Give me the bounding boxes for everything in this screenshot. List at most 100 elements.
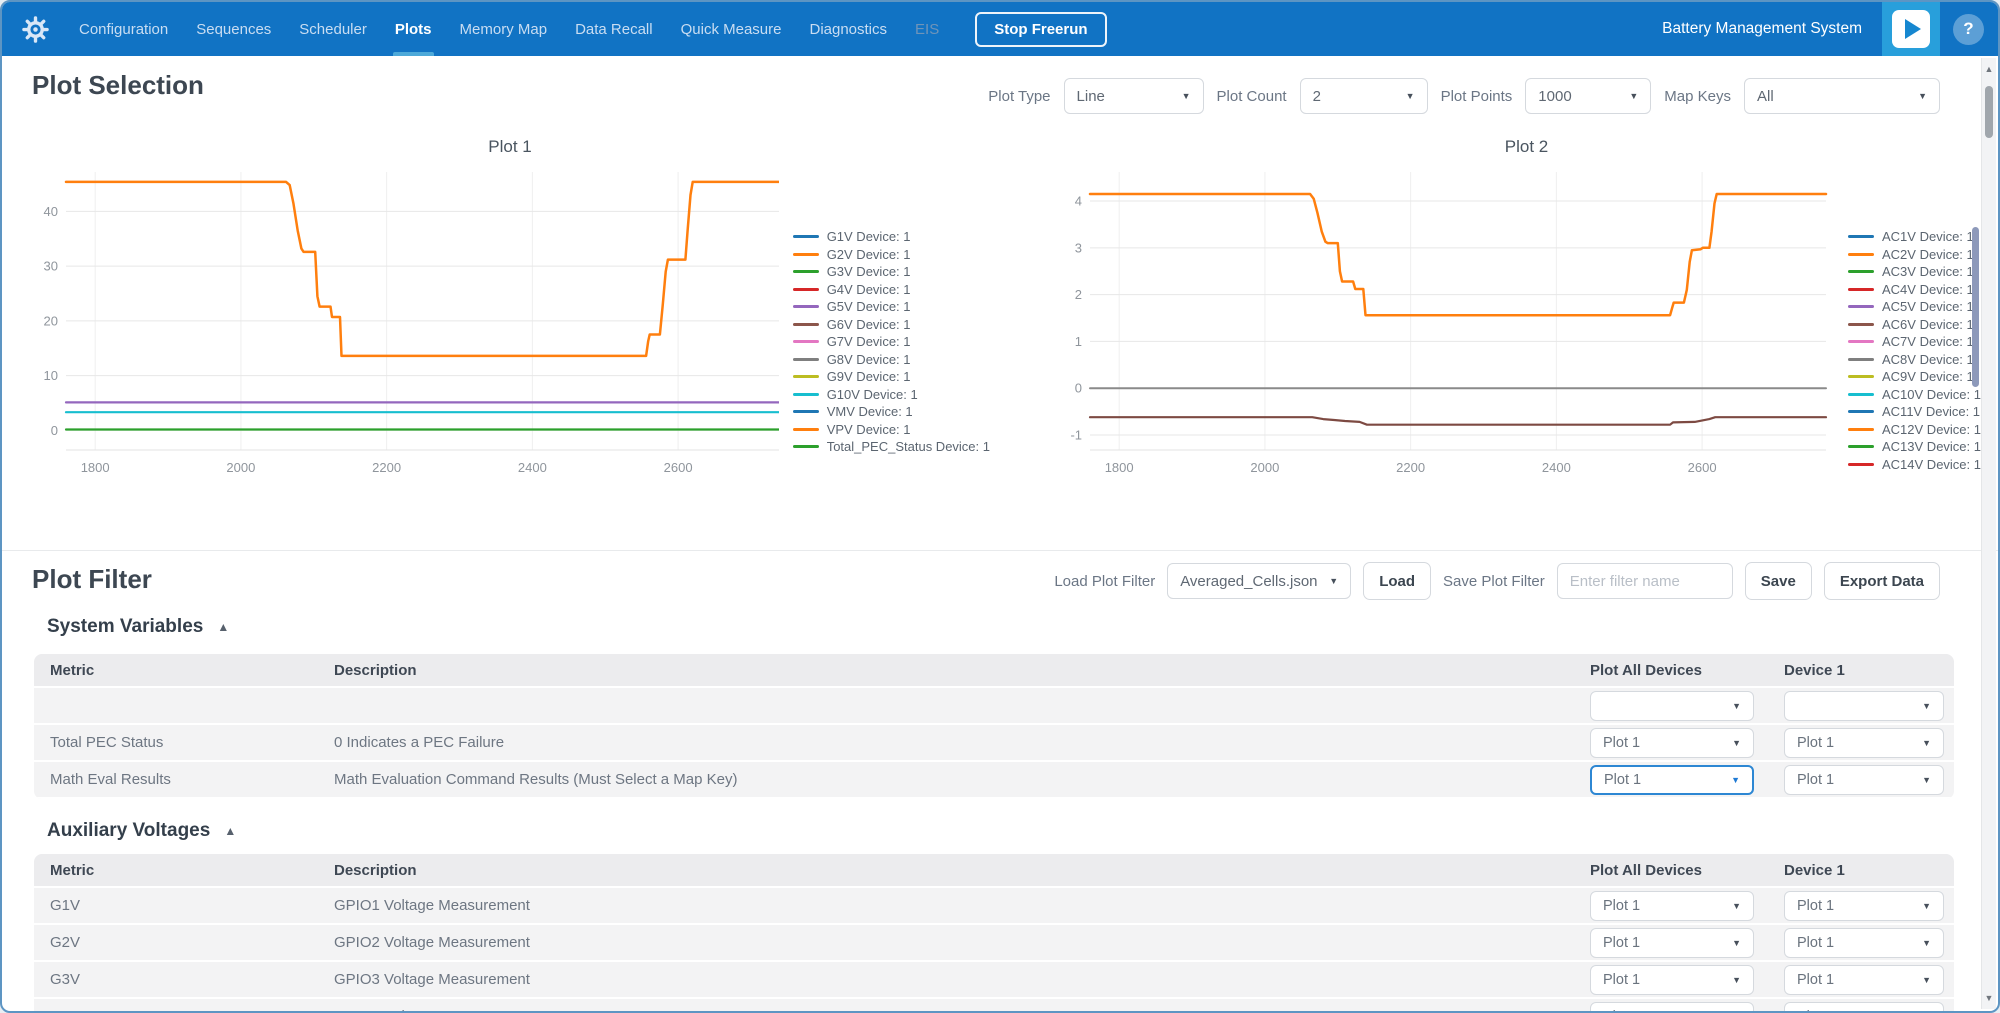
legend-item[interactable]: G1V Device: 1 (793, 228, 990, 246)
legend-item[interactable]: AC9V Device: 1 (1848, 368, 1981, 386)
device-1-dropdown[interactable]: Plot 1▼ (1784, 891, 1944, 921)
svg-text:30: 30 (44, 259, 58, 274)
plot-all-devices-dropdown[interactable]: Plot 1▼ (1590, 891, 1754, 921)
plot-all-devices-dropdown[interactable]: Plot 1▼ (1590, 1002, 1754, 1013)
legend-label: AC10V Device: 1 (1882, 387, 1981, 402)
chevron-down-icon: ▼ (1922, 775, 1931, 785)
plot-points-dropdown[interactable]: 1000▼ (1525, 78, 1651, 114)
plot-all-devices-dropdown[interactable]: Plot 1▼ (1590, 728, 1754, 758)
legend-item[interactable]: G5V Device: 1 (793, 298, 990, 316)
chevron-down-icon: ▼ (1922, 938, 1931, 948)
section-toggle-system-variables[interactable]: System Variables▲ (47, 616, 229, 638)
legend-label: G2V Device: 1 (827, 247, 911, 262)
legend-label: AC1V Device: 1 (1882, 229, 1974, 244)
legend-item[interactable]: AC14V Device: 1 (1848, 456, 1981, 474)
scroll-down-icon[interactable]: ▼ (1982, 993, 1996, 1003)
legend-item[interactable]: AC3V Device: 1 (1848, 263, 1981, 281)
svg-text:2600: 2600 (664, 460, 693, 475)
nav-item-scheduler[interactable]: Scheduler (285, 2, 381, 56)
plot-1-canvas[interactable]: 18002000220024002600010203040 (30, 162, 779, 492)
legend-item[interactable]: G3V Device: 1 (793, 263, 990, 281)
gear-icon (22, 16, 49, 43)
nav-item-diagnostics[interactable]: Diagnostics (795, 2, 901, 56)
svg-text:2000: 2000 (1250, 460, 1279, 475)
scrollbar-thumb[interactable] (1985, 86, 1993, 138)
series-color-dash (1848, 445, 1874, 448)
legend-item[interactable]: G7V Device: 1 (793, 333, 990, 351)
legend-label: G3V Device: 1 (827, 264, 911, 279)
plot-all-devices-dropdown[interactable]: ▼ (1590, 691, 1754, 721)
legend-item[interactable]: AC8V Device: 1 (1848, 351, 1981, 369)
nav-item-sequences[interactable]: Sequences (182, 2, 285, 56)
plot-2-canvas[interactable]: 18002000220024002600-101234 (1054, 162, 1834, 492)
plot-points-label: Plot Points (1441, 88, 1513, 105)
legend-item[interactable]: AC7V Device: 1 (1848, 333, 1981, 351)
nav-item-configuration[interactable]: Configuration (65, 2, 182, 56)
plot-all-devices-dropdown[interactable]: Plot 1▼ (1590, 965, 1754, 995)
legend-item[interactable]: G6V Device: 1 (793, 316, 990, 334)
nav-item-quick-measure[interactable]: Quick Measure (667, 2, 796, 56)
plot-type-label: Plot Type (988, 88, 1050, 105)
map-keys-dropdown[interactable]: All▼ (1744, 78, 1940, 114)
plot-all-devices-dropdown[interactable]: Plot 1▼ (1590, 928, 1754, 958)
series-color-dash (1848, 253, 1874, 256)
device-1-dropdown[interactable]: Plot 1▼ (1784, 1002, 1944, 1013)
legend-item[interactable]: G4V Device: 1 (793, 281, 990, 299)
table-header-row: MetricDescriptionPlot All DevicesDevice … (34, 654, 1954, 688)
legend-item[interactable]: AC12V Device: 1 (1848, 421, 1981, 439)
legend-item[interactable]: AC13V Device: 1 (1848, 438, 1981, 456)
device-1-dropdown[interactable]: Plot 1▼ (1784, 965, 1944, 995)
nav-item-eis: EIS (901, 2, 953, 56)
nav-item-data-recall[interactable]: Data Recall (561, 2, 667, 56)
column-header: Description (334, 862, 1590, 879)
nav-item-plots[interactable]: Plots (381, 2, 446, 56)
legend-item[interactable]: VMV Device: 1 (793, 403, 990, 421)
legend-label: AC11V Device: 1 (1882, 404, 1980, 419)
legend-item[interactable]: G2V Device: 1 (793, 246, 990, 264)
chevron-down-icon: ▼ (1732, 901, 1741, 911)
svg-text:1: 1 (1075, 334, 1082, 349)
settings-gear-icon[interactable] (22, 16, 49, 43)
load-button[interactable]: Load (1363, 562, 1431, 600)
plot-all-devices-dropdown[interactable]: Plot 1▼ (1590, 765, 1754, 795)
legend-scrollbar-thumb[interactable] (1972, 227, 1979, 387)
legend-item[interactable]: AC4V Device: 1 (1848, 281, 1981, 299)
legend-item[interactable]: AC10V Device: 1 (1848, 386, 1981, 404)
legend-item[interactable]: G8V Device: 1 (793, 351, 990, 369)
filter-name-input[interactable] (1557, 563, 1733, 599)
scroll-up-icon[interactable]: ▲ (1982, 64, 1996, 74)
legend-label: G4V Device: 1 (827, 282, 911, 297)
save-button[interactable]: Save (1745, 562, 1812, 600)
column-header: Plot All Devices (1590, 862, 1784, 879)
series-color-dash (1848, 288, 1874, 291)
nav-item-memory-map[interactable]: Memory Map (446, 2, 562, 56)
load-filter-dropdown[interactable]: Averaged_Cells.json ▼ (1167, 563, 1351, 599)
chevron-down-icon: ▼ (1922, 901, 1931, 911)
chevron-down-icon: ▼ (1731, 775, 1740, 785)
series-color-dash (1848, 428, 1874, 431)
plot-type-dropdown[interactable]: Line▼ (1064, 78, 1204, 114)
device-1-dropdown[interactable]: Plot 1▼ (1784, 728, 1944, 758)
device-1-dropdown[interactable]: ▼ (1784, 691, 1944, 721)
legend-item[interactable]: G9V Device: 1 (793, 368, 990, 386)
legend-item[interactable]: AC1V Device: 1 (1848, 228, 1981, 246)
svg-text:2400: 2400 (1542, 460, 1571, 475)
legend-item[interactable]: AC6V Device: 1 (1848, 316, 1981, 334)
export-data-button[interactable]: Export Data (1824, 562, 1940, 600)
plot-count-dropdown[interactable]: 2▼ (1300, 78, 1428, 114)
device-1-dropdown[interactable]: Plot 1▼ (1784, 928, 1944, 958)
column-header: Device 1 (1784, 862, 1954, 879)
run-button[interactable] (1882, 2, 1940, 56)
page-scrollbar[interactable]: ▲ ▼ (1981, 58, 1996, 1009)
legend-item[interactable]: VPV Device: 1 (793, 421, 990, 439)
chart-title: Plot 2 (1054, 132, 1999, 162)
legend-item[interactable]: AC11V Device: 1 (1848, 403, 1981, 421)
legend-item[interactable]: Total_PEC_Status Device: 1 (793, 438, 990, 456)
legend-item[interactable]: AC5V Device: 1 (1848, 298, 1981, 316)
section-toggle-auxiliary-voltages[interactable]: Auxiliary Voltages▲ (47, 820, 236, 842)
device-1-dropdown[interactable]: Plot 1▼ (1784, 765, 1944, 795)
legend-item[interactable]: G10V Device: 1 (793, 386, 990, 404)
help-icon[interactable]: ? (1953, 14, 1984, 45)
legend-item[interactable]: AC2V Device: 1 (1848, 246, 1981, 264)
stop-freerun-button[interactable]: Stop Freerun (975, 12, 1106, 47)
